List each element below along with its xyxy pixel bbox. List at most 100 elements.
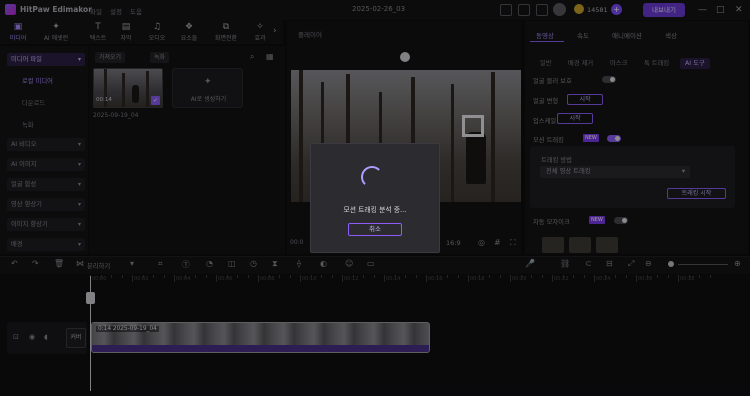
mosaic-preset-thumb[interactable] [542, 237, 564, 253]
sidebar-item-background[interactable]: 배경 ▾ [7, 238, 85, 251]
volume-icon[interactable]: ◖ [44, 333, 48, 341]
upscale-label: 업스케일 [533, 118, 557, 125]
ruler-minor-tick [457, 275, 459, 278]
zoom-slider[interactable] [678, 264, 728, 265]
start-tracking-button[interactable]: 트래킹 시작 [667, 188, 726, 199]
mosaic-preset-thumb[interactable] [569, 237, 591, 253]
crop-icon[interactable]: ⌗ [158, 259, 163, 269]
snapshot-icon[interactable]: ◎ [478, 238, 485, 247]
aspect-ratio-dropdown[interactable]: 16:9 [446, 239, 461, 247]
menu-file[interactable]: 파일 [90, 6, 102, 16]
tab-animation[interactable]: 애니메이션 [612, 30, 642, 40]
color-icon[interactable]: ◐ [320, 259, 327, 268]
chevron-right-icon[interactable]: › [273, 26, 277, 36]
split-icon[interactable]: ⋈ [76, 259, 84, 268]
fullscreen-icon[interactable]: ⛶ [510, 238, 516, 248]
sidebar-item-face-swap[interactable]: 얼굴 합성 ▾ [7, 178, 85, 191]
tab-effect[interactable]: ✧ 효과 [246, 22, 274, 42]
caption-icon[interactable]: ▭ [367, 259, 375, 268]
link-icon[interactable]: ⛓ [560, 259, 570, 268]
tab-speed[interactable]: 속도 [577, 30, 589, 40]
tab-color[interactable]: 색상 [665, 30, 677, 40]
mirror-icon[interactable]: ⟠ [297, 259, 301, 268]
avatar[interactable] [553, 3, 566, 16]
tab-subtitle[interactable]: ▤ 자막 [112, 22, 140, 42]
tab-audio[interactable]: ♫ 오디오 [143, 22, 171, 42]
tracking-box[interactable] [462, 115, 484, 137]
import-dropdown[interactable]: 가져오기 [95, 52, 126, 63]
zoom-in-icon[interactable]: ⊕ [734, 259, 741, 268]
sidebar-item-image-enhancer[interactable]: 이미지 향상기 ▾ [7, 218, 85, 231]
tab-media[interactable]: ▣ 미디어 [4, 22, 32, 42]
freeze-icon[interactable]: ◷ [250, 259, 257, 268]
tab-transition[interactable]: ⧉ 화면전환 [212, 22, 240, 42]
close-icon[interactable]: ✕ [735, 5, 743, 15]
speed-icon[interactable]: ◔ [206, 259, 213, 268]
sidebar-item-media-files[interactable]: 미디어 파일 ▾ [7, 53, 85, 66]
audio-detach-icon[interactable]: ⧗ [272, 259, 278, 269]
redo-icon[interactable]: ↷ [32, 259, 39, 268]
tracking-method-select[interactable]: 전체 영상 트래킹 ▾ [540, 166, 690, 178]
record-dropdown[interactable]: 녹화 [150, 52, 170, 63]
motion-tracking-toggle[interactable] [607, 135, 621, 142]
lock-icon[interactable]: ⊡ [13, 333, 19, 341]
sidebar-item-local-media[interactable]: 로컬 미디어 [22, 76, 53, 85]
subtab-general[interactable]: 일반 [540, 58, 552, 69]
rotate-handle-icon[interactable] [400, 52, 410, 62]
subtab-ai-tools[interactable]: AI 도구 [680, 58, 710, 69]
menu-settings[interactable]: 설정 [110, 6, 122, 16]
text-tool-icon[interactable]: Ⓣ [182, 259, 190, 270]
subtab-tracking[interactable]: 톡 트래킹 [644, 58, 669, 69]
timeline-ruler[interactable]: 00:00 00:02 00:04 00:06 00:08 00:10 00:12 00:14… [90, 275, 750, 285]
face-morph-start-button[interactable]: 시작 [567, 94, 603, 105]
undo-icon[interactable]: ↶ [11, 259, 18, 268]
tab-ai-assets[interactable]: ✦ AI 에셋런 [42, 22, 70, 42]
split-view-icon[interactable]: ⊟ [606, 259, 613, 268]
magnet-icon[interactable]: ⊂ [585, 259, 592, 268]
ruler-minor-tick [478, 275, 480, 278]
split-label[interactable]: 분리하기 [87, 261, 110, 270]
tab-elements[interactable]: ❖ 요소들 [175, 22, 203, 42]
eye-icon[interactable]: ◉ [29, 333, 35, 341]
cancel-button[interactable]: 취소 [348, 223, 402, 236]
mask-icon[interactable]: ◫ [228, 259, 236, 268]
video-subject [466, 132, 486, 184]
ruler-minor-tick [436, 275, 438, 278]
calendar-icon[interactable] [500, 4, 512, 16]
minimize-icon[interactable]: — [698, 5, 707, 15]
search-icon[interactable]: ⌕ [250, 52, 254, 62]
auto-mosaic-toggle[interactable] [614, 217, 628, 224]
cover-button[interactable]: 커버 [66, 328, 86, 348]
ruler-label: 00:24 [596, 276, 611, 282]
delete-icon[interactable]: 🗑 [54, 259, 64, 268]
tab-video[interactable]: 동영상 [536, 30, 554, 40]
playhead-handle[interactable] [86, 292, 95, 304]
sidebar-item-ai-image[interactable]: AI 이미지 ▾ [7, 158, 85, 171]
zoom-slider-handle[interactable] [668, 261, 674, 267]
grid-view-icon[interactable]: ▦ [266, 52, 274, 61]
gift-icon[interactable] [536, 4, 548, 16]
grid-icon[interactable]: # [494, 238, 501, 247]
message-icon[interactable] [518, 4, 530, 16]
subtab-mask[interactable]: 마스크 [610, 58, 627, 69]
maximize-icon[interactable]: □ [716, 5, 725, 15]
fit-icon[interactable]: ⤢ [628, 259, 634, 269]
subtab-bg-remove[interactable]: 배경 제거 [568, 58, 593, 69]
plus-icon[interactable]: + [611, 4, 622, 15]
face-icon[interactable]: ☺ [345, 259, 353, 268]
check-icon[interactable]: ✓ [151, 96, 160, 105]
face-blur-toggle[interactable] [602, 76, 616, 83]
menu-help[interactable]: 도움 [130, 6, 142, 16]
sidebar-item-record[interactable]: 녹화 [22, 120, 34, 129]
mosaic-preset-thumb[interactable] [596, 237, 618, 253]
sidebar-item-video-enhancer[interactable]: 영상 향상기 ▾ [7, 198, 85, 211]
sidebar-item-download[interactable]: 다운로드 [22, 98, 45, 107]
sidebar-item-ai-video[interactable]: AI 비디오 ▾ [7, 138, 85, 151]
export-button[interactable]: 내보내기 [643, 3, 685, 17]
zoom-out-icon[interactable]: ⊖ [645, 259, 652, 268]
upscale-start-button[interactable]: 시작 [557, 113, 593, 124]
ai-generate-button[interactable]: ✦ AI로 생성하기 [172, 68, 243, 108]
microphone-icon[interactable]: 🎤 [525, 259, 535, 268]
chevron-down-icon[interactable]: ▾ [130, 259, 134, 268]
tab-text[interactable]: T 텍스트 [84, 22, 112, 42]
